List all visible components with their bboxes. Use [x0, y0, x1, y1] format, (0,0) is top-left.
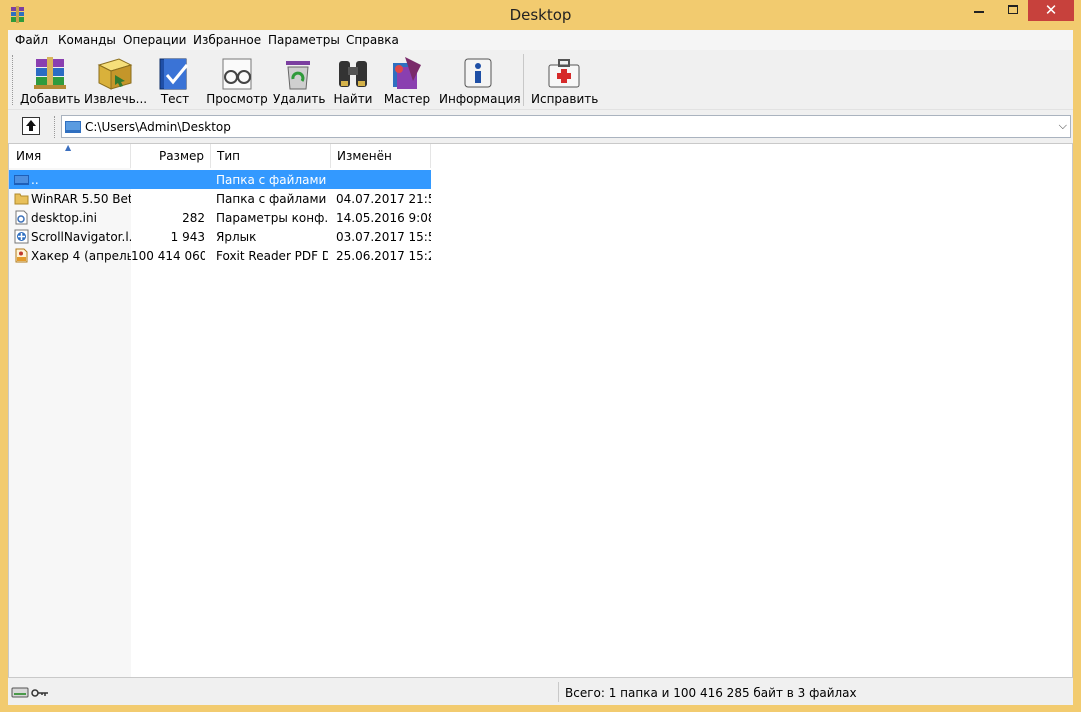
wizard-label: Мастер: [383, 92, 431, 106]
menu-favorites[interactable]: Избранное: [193, 33, 261, 47]
extract-icon: [97, 58, 133, 90]
file-modified: 14.05.2016 9:08: [336, 211, 431, 225]
view-button[interactable]: Просмотр: [206, 52, 268, 108]
maximize-icon: [1008, 5, 1018, 14]
winrar-window: Desktop ✕ Файл Команды Операции Избранно…: [0, 0, 1081, 712]
address-path[interactable]: C:\Users\Admin\Desktop: [85, 120, 231, 134]
minimize-icon: [974, 11, 984, 13]
delete-button[interactable]: Удалить: [273, 52, 326, 108]
find-button[interactable]: Найти: [330, 52, 376, 108]
up-arrow-icon: [26, 120, 36, 131]
close-icon: ✕: [1044, 1, 1058, 19]
table-row[interactable]: .. Папка с файлами: [9, 170, 431, 189]
menu-bar: Файл Команды Операции Избранное Параметр…: [8, 30, 1073, 50]
chevron-down-icon[interactable]: ⌵: [1059, 119, 1067, 133]
table-row[interactable]: Хакер 4 (апрель... 100 414 060 Foxit Rea…: [9, 246, 431, 265]
minimize-button[interactable]: [965, 0, 993, 21]
menu-help[interactable]: Справка: [346, 33, 399, 47]
column-header-name-label: Имя: [16, 149, 42, 163]
ini-file-icon: [15, 210, 28, 225]
file-size: 282: [182, 211, 205, 225]
file-size: 100 414 060: [131, 249, 205, 263]
address-bar: C:\Users\Admin\Desktop ⌵: [8, 113, 1073, 141]
info-button[interactable]: Информация: [439, 52, 521, 108]
file-type: Папка с файлами: [216, 192, 327, 206]
menu-options[interactable]: Параметры: [268, 33, 340, 47]
repair-button[interactable]: Исправить: [531, 52, 599, 108]
view-label: Просмотр: [206, 92, 268, 106]
shortcut-icon: [14, 229, 29, 244]
file-type: Папка с файлами: [216, 173, 327, 187]
table-row[interactable]: desktop.ini 282 Параметры конф... 14.05.…: [9, 208, 431, 227]
file-modified: 25.06.2017 15:28: [336, 249, 431, 263]
toolbar: Добавить Извлечь... Тест Просмотр Удалит…: [8, 50, 1073, 110]
delete-icon: [286, 61, 310, 90]
info-icon: [464, 58, 492, 88]
column-header-size[interactable]: Размер: [131, 144, 211, 168]
close-button[interactable]: ✕: [1028, 0, 1074, 21]
repair-label: Исправить: [531, 92, 599, 106]
extract-button[interactable]: Извлечь...: [84, 52, 148, 108]
pdf-file-icon: [15, 248, 28, 263]
up-folder-button[interactable]: [22, 117, 40, 135]
file-modified: 04.07.2017 21:53: [336, 192, 431, 206]
file-type: Ярлык: [216, 230, 257, 244]
address-grip[interactable]: [54, 116, 57, 138]
add-button[interactable]: Добавить: [20, 52, 80, 108]
file-size: 1 943: [170, 230, 205, 244]
test-icon: [159, 58, 189, 90]
find-icon: [339, 61, 367, 87]
desktop-icon: [65, 121, 81, 133]
status-divider: [558, 682, 559, 702]
table-row[interactable]: ScrollNavigator.l... 1 943 Ярлык 03.07.2…: [9, 227, 431, 246]
file-type: Foxit Reader PDF D...: [216, 249, 328, 263]
extract-label: Извлечь...: [84, 92, 148, 106]
column-header-modified[interactable]: Изменён: [331, 144, 431, 168]
column-header-type-label: Тип: [217, 149, 240, 163]
test-label: Тест: [160, 92, 190, 106]
info-label: Информация: [439, 92, 521, 106]
file-name: ScrollNavigator.l...: [31, 230, 131, 244]
file-name: desktop.ini: [31, 211, 97, 225]
toolbar-grip[interactable]: [12, 55, 15, 105]
maximize-button[interactable]: [999, 0, 1027, 21]
test-button[interactable]: Тест: [154, 52, 196, 108]
add-label: Добавить: [20, 92, 81, 106]
window-title: Desktop: [509, 6, 572, 24]
wizard-button[interactable]: Мастер: [382, 52, 432, 108]
parent-folder-icon: [14, 175, 29, 185]
file-type: Параметры конф...: [216, 211, 328, 225]
add-archive-icon: [34, 57, 66, 89]
column-header-modified-label: Изменён: [337, 149, 392, 163]
menu-operations[interactable]: Операции: [123, 33, 186, 47]
sort-ascending-icon: ▲: [65, 143, 72, 152]
file-list[interactable]: Имя ▲ Размер Тип Изменён .. Папка с файл…: [8, 143, 1073, 678]
menu-commands[interactable]: Команды: [58, 33, 116, 47]
title-bar[interactable]: Desktop ✕: [0, 0, 1081, 30]
column-header-name[interactable]: Имя ▲: [9, 144, 131, 168]
menu-file[interactable]: Файл: [15, 33, 48, 47]
file-modified: 03.07.2017 15:53: [336, 230, 431, 244]
wizard-icon: [393, 57, 421, 89]
table-row[interactable]: WinRAR 5.50 Bet... Папка с файлами 04.07…: [9, 189, 431, 208]
column-header-type[interactable]: Тип: [211, 144, 331, 168]
status-bar: Всего: 1 папка и 100 416 285 байт в 3 фа…: [8, 681, 1073, 704]
column-header-size-label: Размер: [158, 149, 204, 163]
view-icon: [222, 58, 252, 90]
drive-key-icon[interactable]: [11, 685, 51, 699]
repair-icon: [548, 59, 580, 88]
address-combobox[interactable]: C:\Users\Admin\Desktop ⌵: [61, 115, 1071, 138]
find-label: Найти: [333, 92, 373, 106]
status-summary: Всего: 1 папка и 100 416 285 байт в 3 фа…: [565, 686, 857, 700]
client-area: Файл Команды Операции Избранное Параметр…: [8, 30, 1073, 705]
file-name: WinRAR 5.50 Bet...: [31, 192, 131, 206]
file-name: ..: [31, 173, 39, 187]
file-name: Хакер 4 (апрель...: [31, 249, 131, 263]
toolbar-separator: [523, 54, 524, 106]
folder-icon: [14, 193, 29, 205]
delete-label: Удалить: [273, 92, 326, 106]
